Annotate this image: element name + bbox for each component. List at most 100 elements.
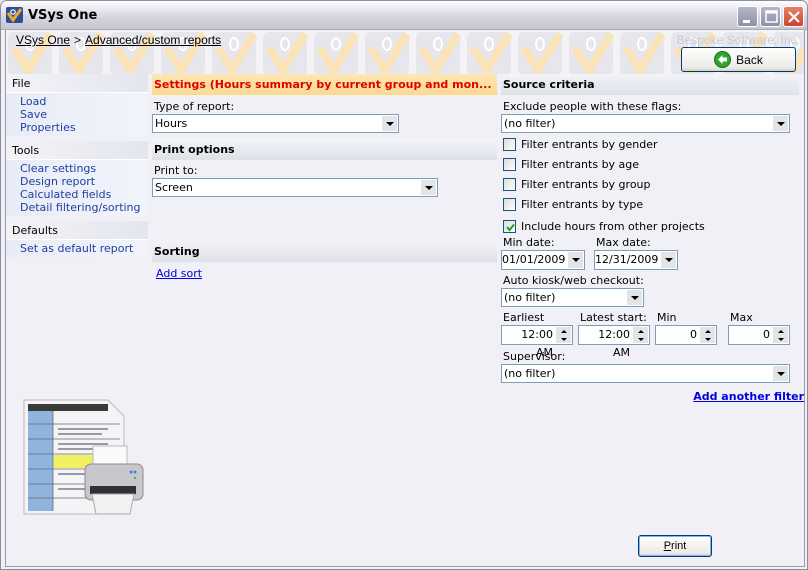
- maximize-button[interactable]: [760, 6, 781, 27]
- include-other-projects-checkbox[interactable]: [503, 219, 516, 233]
- filter-type-checkbox[interactable]: [503, 197, 516, 211]
- back-button-label: Back: [736, 52, 763, 67]
- source-criteria-panel: Source criteria Exclude people with thes…: [501, 74, 804, 412]
- sidebar: File Load Save Properties Tools Clear se…: [6, 74, 148, 262]
- settings-panel: Settings (Hours summary by current group…: [152, 74, 497, 280]
- filter-age-row[interactable]: Filter entrants by age: [501, 154, 799, 174]
- watermark-logo-icon: [516, 30, 567, 74]
- spin-down-icon[interactable]: [700, 335, 715, 343]
- print-options-header: Print options: [152, 139, 497, 160]
- filter-group-label: Filter entrants by group: [521, 177, 651, 191]
- chevron-down-icon[interactable]: [773, 116, 788, 131]
- print-to-value: Screen: [155, 181, 193, 194]
- sidebar-item-detail-filtering[interactable]: Detail filtering/sorting: [20, 201, 148, 214]
- watermark-logo-icon: [414, 30, 465, 74]
- sorting-header: Sorting: [152, 241, 497, 262]
- earliest-start-label: Earliest start:: [503, 311, 545, 339]
- min-date-value: 01/01/2009: [502, 253, 566, 266]
- sidebar-group-defaults-title: Defaults: [6, 221, 148, 239]
- sidebar-group-file: Load Save Properties: [6, 92, 148, 136]
- sidebar-item-calculated-fields[interactable]: Calculated fields: [20, 188, 148, 201]
- breadcrumb: VSys One > Advanced/custom reports: [16, 33, 221, 47]
- company-name: Bespoke Software, Inc.: [676, 33, 800, 47]
- spin-down-icon[interactable]: [773, 335, 789, 343]
- type-of-report-select[interactable]: Hours: [152, 114, 399, 133]
- spin-up-icon[interactable]: [700, 327, 715, 335]
- source-criteria-header: Source criteria: [501, 74, 799, 95]
- watermark-logo-icon: [618, 30, 669, 74]
- back-arrow-icon: [714, 51, 732, 68]
- kiosk-checkout-label: Auto kiosk/web checkout:: [503, 274, 644, 287]
- spin-down-icon[interactable]: [556, 335, 571, 343]
- minimize-button[interactable]: [737, 6, 758, 27]
- filter-gender-label: Filter entrants by gender: [521, 137, 658, 151]
- report-printer-illustration: [23, 399, 144, 515]
- include-other-projects-row[interactable]: Include hours from other projects: [501, 217, 799, 235]
- calendar-dropdown-icon[interactable]: [661, 252, 676, 268]
- print-button-label: Print: [663, 540, 687, 552]
- filter-gender-row[interactable]: Filter entrants by gender: [501, 134, 799, 154]
- kiosk-checkout-select[interactable]: (no filter): [501, 288, 644, 307]
- exclude-flags-select[interactable]: (no filter): [501, 114, 790, 133]
- min-duration-label: Min duration:: [657, 311, 707, 339]
- sidebar-group-tools: Clear settings Design report Calculated …: [6, 159, 148, 216]
- filter-age-label: Filter entrants by age: [521, 157, 640, 171]
- breadcrumb-current[interactable]: Advanced/custom reports: [85, 33, 221, 47]
- latest-start-label: Latest start:: [580, 311, 647, 324]
- add-sort-link[interactable]: Add sort: [156, 267, 202, 280]
- sidebar-item-design-report[interactable]: Design report: [20, 175, 148, 188]
- chevron-down-icon[interactable]: [421, 180, 436, 195]
- max-date-label: Max date:: [596, 236, 651, 249]
- spin-up-icon[interactable]: [773, 327, 789, 335]
- breadcrumb-separator: >: [74, 33, 82, 47]
- min-duration-value: 0: [690, 328, 697, 341]
- spin-up-icon[interactable]: [633, 327, 648, 335]
- spin-up-icon[interactable]: [556, 327, 571, 335]
- calendar-dropdown-icon[interactable]: [568, 252, 583, 268]
- filter-type-row[interactable]: Filter entrants by type: [501, 194, 799, 214]
- min-date-picker[interactable]: 01/01/2009: [501, 250, 585, 270]
- max-duration-label: Max duration:: [730, 311, 780, 339]
- filter-gender-checkbox[interactable]: [503, 137, 516, 151]
- earliest-start-spinner[interactable]: 12:00 AM: [501, 325, 573, 359]
- max-date-value: 12/31/2009: [595, 253, 659, 266]
- min-duration-spinner[interactable]: 0: [655, 325, 717, 345]
- minimize-icon: [743, 20, 750, 23]
- print-button[interactable]: Print: [638, 535, 712, 557]
- watermark-logo-icon: [312, 30, 363, 74]
- max-duration-spinner[interactable]: 0: [728, 325, 791, 345]
- min-date-label: Min date:: [503, 236, 555, 249]
- watermark-logo-icon: [363, 30, 414, 74]
- watermark-logo-icon: [567, 30, 618, 74]
- sidebar-item-properties[interactable]: Properties: [20, 121, 148, 134]
- print-to-select[interactable]: Screen: [152, 178, 438, 197]
- sidebar-item-clear-settings[interactable]: Clear settings: [20, 162, 148, 175]
- supervisor-select[interactable]: (no filter): [501, 364, 790, 383]
- exclude-flags-value: (no filter): [504, 117, 556, 130]
- latest-start-spinner[interactable]: 12:00 AM: [578, 325, 650, 359]
- close-button[interactable]: [783, 6, 804, 27]
- back-button[interactable]: Back: [681, 47, 796, 72]
- max-duration-value: 0: [763, 328, 771, 341]
- spin-down-icon[interactable]: [633, 335, 648, 343]
- breadcrumb-home[interactable]: VSys One: [16, 33, 70, 47]
- filter-age-checkbox[interactable]: [503, 157, 516, 171]
- title-bar[interactable]: VSys One: [1, 1, 807, 30]
- add-another-filter-link[interactable]: Add another filter: [693, 390, 804, 403]
- filter-group-checkbox[interactable]: [503, 177, 516, 191]
- sidebar-item-save[interactable]: Save: [20, 108, 148, 121]
- watermark-logo-icon: [261, 30, 312, 74]
- chevron-down-icon[interactable]: [773, 366, 788, 381]
- sidebar-item-set-default[interactable]: Set as default report: [20, 242, 148, 255]
- sidebar-item-load[interactable]: Load: [20, 95, 148, 108]
- app-window: VSys One VSys One > Advanced/custom report…: [0, 0, 808, 570]
- filter-group-row[interactable]: Filter entrants by group: [501, 174, 799, 194]
- include-other-projects-label: Include hours from other projects: [521, 219, 705, 233]
- checkmark-icon: [506, 223, 515, 232]
- chevron-down-icon[interactable]: [382, 116, 397, 131]
- kiosk-checkout-value: (no filter): [504, 291, 556, 304]
- exclude-flags-label: Exclude people with these flags:: [503, 100, 682, 113]
- print-to-label: Print to:: [154, 164, 198, 177]
- max-date-picker[interactable]: 12/31/2009: [594, 250, 678, 270]
- chevron-down-icon[interactable]: [627, 290, 642, 305]
